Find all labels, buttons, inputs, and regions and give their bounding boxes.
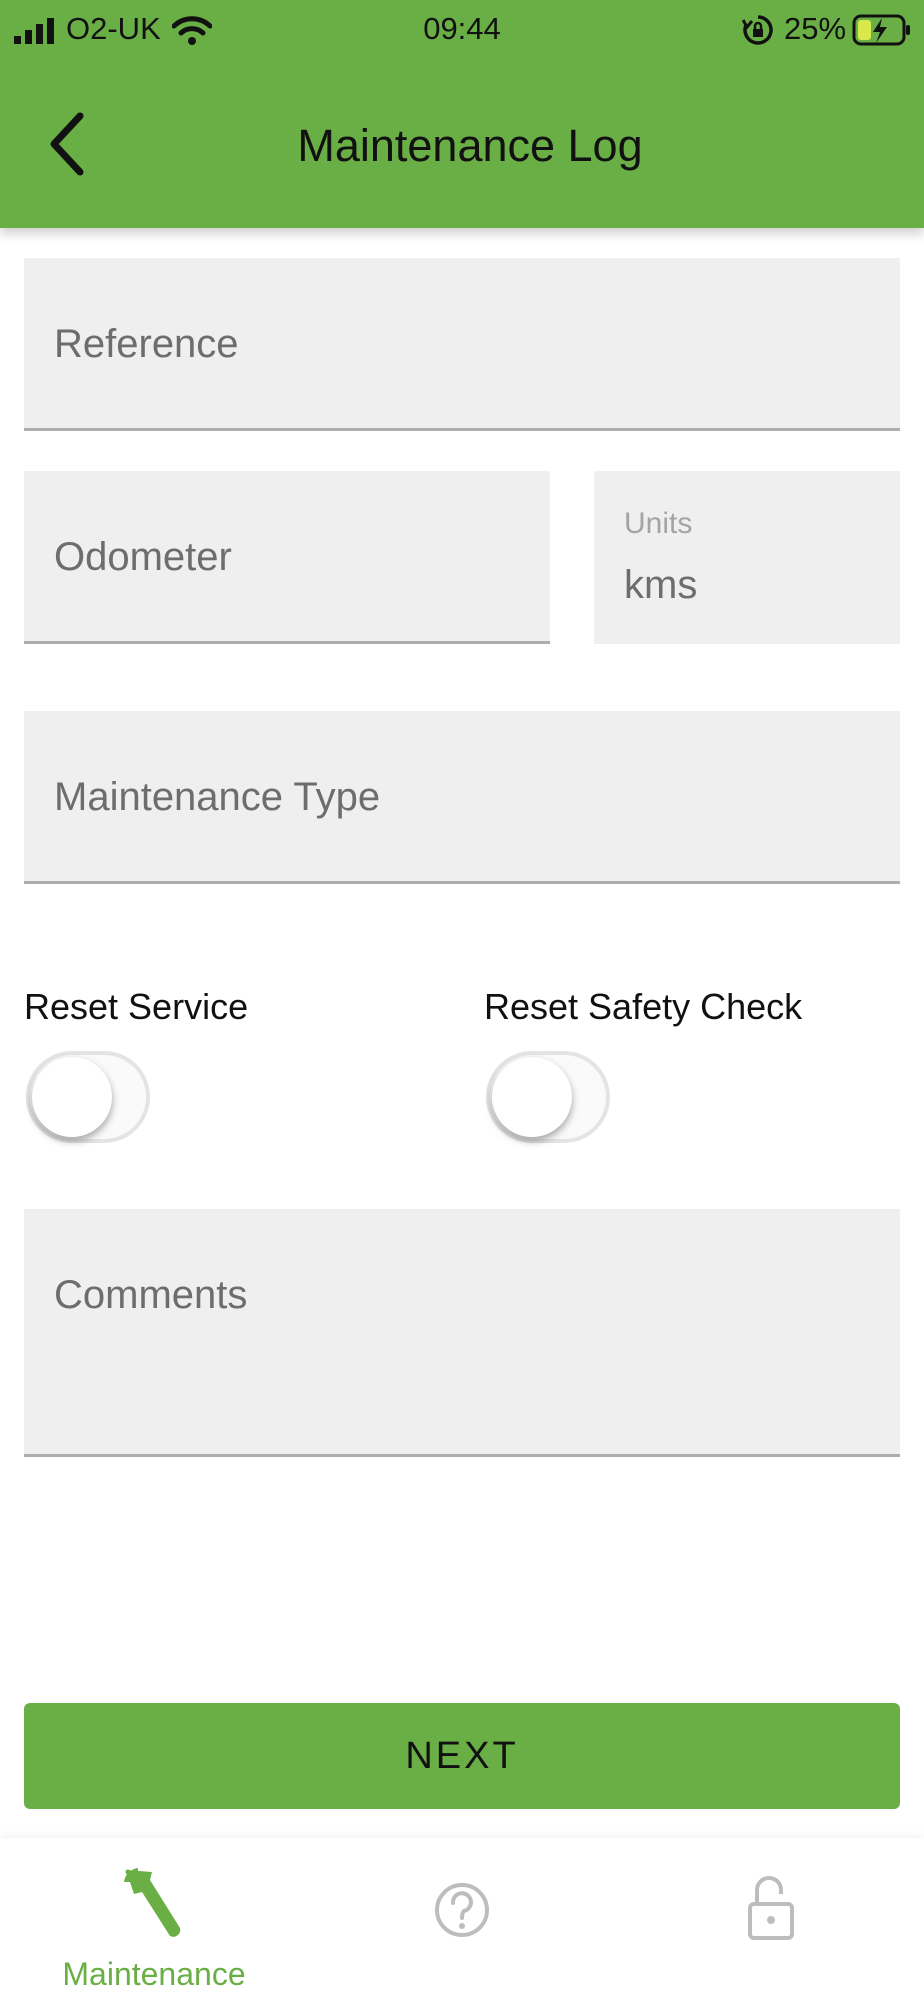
battery-charging-icon [852,14,910,46]
tab-maintenance-label: Maintenance [62,1956,246,1992]
toggle-knob [492,1057,572,1137]
reference-field[interactable]: Reference [24,258,900,431]
reset-safety-check-toggle[interactable] [486,1051,610,1143]
page-title: Maintenance Log [297,120,643,171]
battery-percent: 25% [784,11,847,46]
status-bar: O2-UK 09:44 25% [0,0,924,60]
maintenance-type-placeholder: Maintenance Type [54,775,381,819]
toggle-knob [32,1057,112,1137]
reset-service-toggle[interactable] [26,1051,150,1143]
help-icon [435,1883,489,1937]
comments-placeholder: Comments [54,1273,248,1317]
wrench-icon [124,1868,181,1937]
next-button[interactable]: NEXT [24,1703,900,1809]
reset-service-label: Reset Service [24,986,249,1027]
maintenance-type-field[interactable]: Maintenance Type [24,711,900,884]
rotation-lock-icon [742,15,773,45]
reference-placeholder: Reference [54,322,239,366]
comments-field[interactable]: Comments [24,1209,900,1457]
tab-maintenance[interactable]: Maintenance [44,1838,264,2000]
lock-icon [748,1876,794,1940]
units-label: Units [624,507,693,540]
app-header: O2-UK 09:44 25% Maintenance Log [0,0,924,228]
units-select[interactable]: Units kms [594,471,900,644]
odometer-placeholder: Odometer [54,535,232,579]
reset-safety-check-label: Reset Safety Check [484,986,803,1027]
tab-help[interactable] [380,1838,540,2000]
tab-lock[interactable] [690,1838,850,2000]
odometer-field[interactable]: Odometer [24,471,550,644]
units-value: kms [624,563,698,607]
bottom-tab-bar: Maintenance [0,1838,924,2000]
